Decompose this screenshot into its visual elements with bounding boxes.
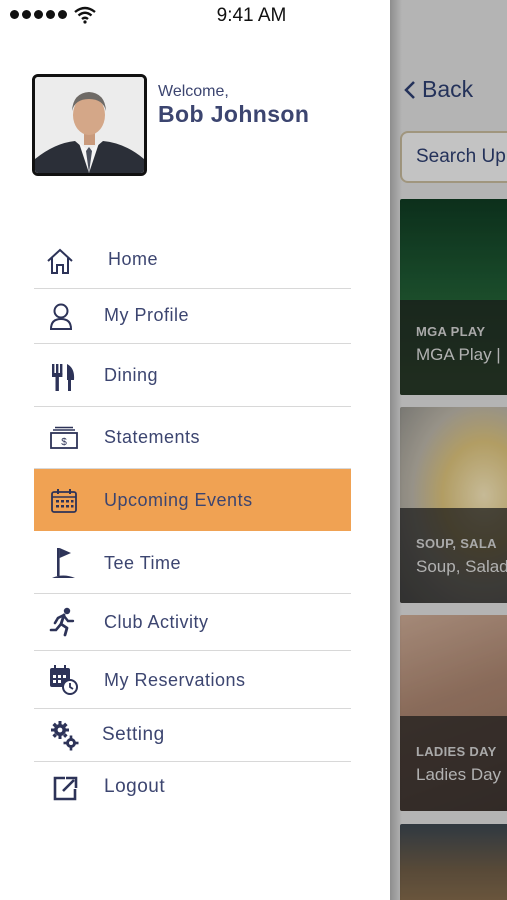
event-caption: SOUP, SALA Soup, Salad [400, 508, 507, 603]
user-icon [46, 301, 76, 331]
event-caption: MGA PLAY MGA Play | [400, 300, 507, 395]
event-card[interactable]: MGA PLAY MGA Play | [400, 199, 507, 395]
drawer-shadow [388, 0, 402, 900]
side-drawer: Welcome, Bob Johnson Home My Profile Din… [0, 0, 390, 900]
event-category: SOUP, SALA [416, 536, 497, 551]
menu-item-tee-time[interactable]: Tee Time [34, 531, 351, 594]
event-image [400, 824, 507, 900]
menu-label-club-activity: Club Activity [104, 612, 209, 632]
status-time: 9:41 AM [216, 5, 287, 26]
back-button[interactable]: Back [402, 76, 473, 103]
event-title: MGA Play | [416, 345, 501, 364]
back-label: Back [422, 76, 474, 102]
event-category: LADIES DAY [416, 744, 497, 759]
user-name: Bob Johnson [158, 101, 310, 127]
status-bar: 9:41 AM [0, 0, 507, 32]
menu-item-club-activity[interactable]: Club Activity [34, 594, 351, 651]
menu-item-statements[interactable]: $ Statements [34, 407, 351, 469]
menu-item-logout[interactable]: Logout [34, 762, 351, 814]
menu-label-my-profile: My Profile [104, 305, 190, 325]
event-title: Soup, Salad [416, 557, 507, 576]
event-caption: LADIES DAY Ladies Day [400, 716, 507, 811]
event-title: Ladies Day [416, 765, 502, 784]
menu-label-my-reservations: My Reservations [104, 670, 246, 690]
fork-knife-icon [50, 360, 78, 392]
event-card[interactable]: SOUP, SALA Soup, Salad [400, 407, 507, 603]
runner-icon [48, 607, 78, 637]
menu-item-upcoming-events[interactable]: Upcoming Events [34, 469, 351, 531]
event-card[interactable]: LADIES DAY Ladies Day [400, 615, 507, 811]
golf-flag-icon [51, 546, 77, 580]
event-card[interactable] [400, 824, 507, 900]
menu-label-logout: Logout [104, 776, 166, 797]
search-input[interactable]: Search Up [400, 131, 507, 183]
background-screen: Back Search Up MGA PLAY MGA Play | SOUP,… [390, 0, 507, 900]
menu-label-setting: Setting [102, 724, 165, 745]
menu-item-dining[interactable]: Dining [34, 344, 351, 407]
calendar-clock-icon [49, 664, 79, 696]
menu-item-my-profile[interactable]: My Profile [34, 289, 351, 344]
gears-icon [50, 720, 80, 752]
menu-item-my-reservations[interactable]: My Reservations [34, 651, 351, 709]
menu-label-upcoming-events: Upcoming Events [104, 490, 253, 510]
avatar[interactable] [32, 74, 147, 176]
menu-label-dining: Dining [104, 365, 159, 385]
menu-label-home: Home [108, 249, 159, 269]
bill-icon: $ [48, 425, 80, 451]
menu-label-statements: Statements [104, 427, 201, 447]
event-category: MGA PLAY [416, 324, 486, 339]
calendar-icon [49, 487, 79, 515]
home-icon [44, 245, 76, 277]
svg-text:$: $ [61, 437, 67, 448]
chevron-left-icon [404, 80, 415, 99]
menu-item-setting[interactable]: Setting [34, 709, 351, 762]
menu-item-home[interactable]: Home [34, 232, 351, 289]
profile-photo [35, 77, 144, 173]
menu-label-tee-time: Tee Time [104, 553, 182, 573]
logout-icon [51, 774, 79, 802]
welcome-text: Welcome, [158, 83, 229, 100]
